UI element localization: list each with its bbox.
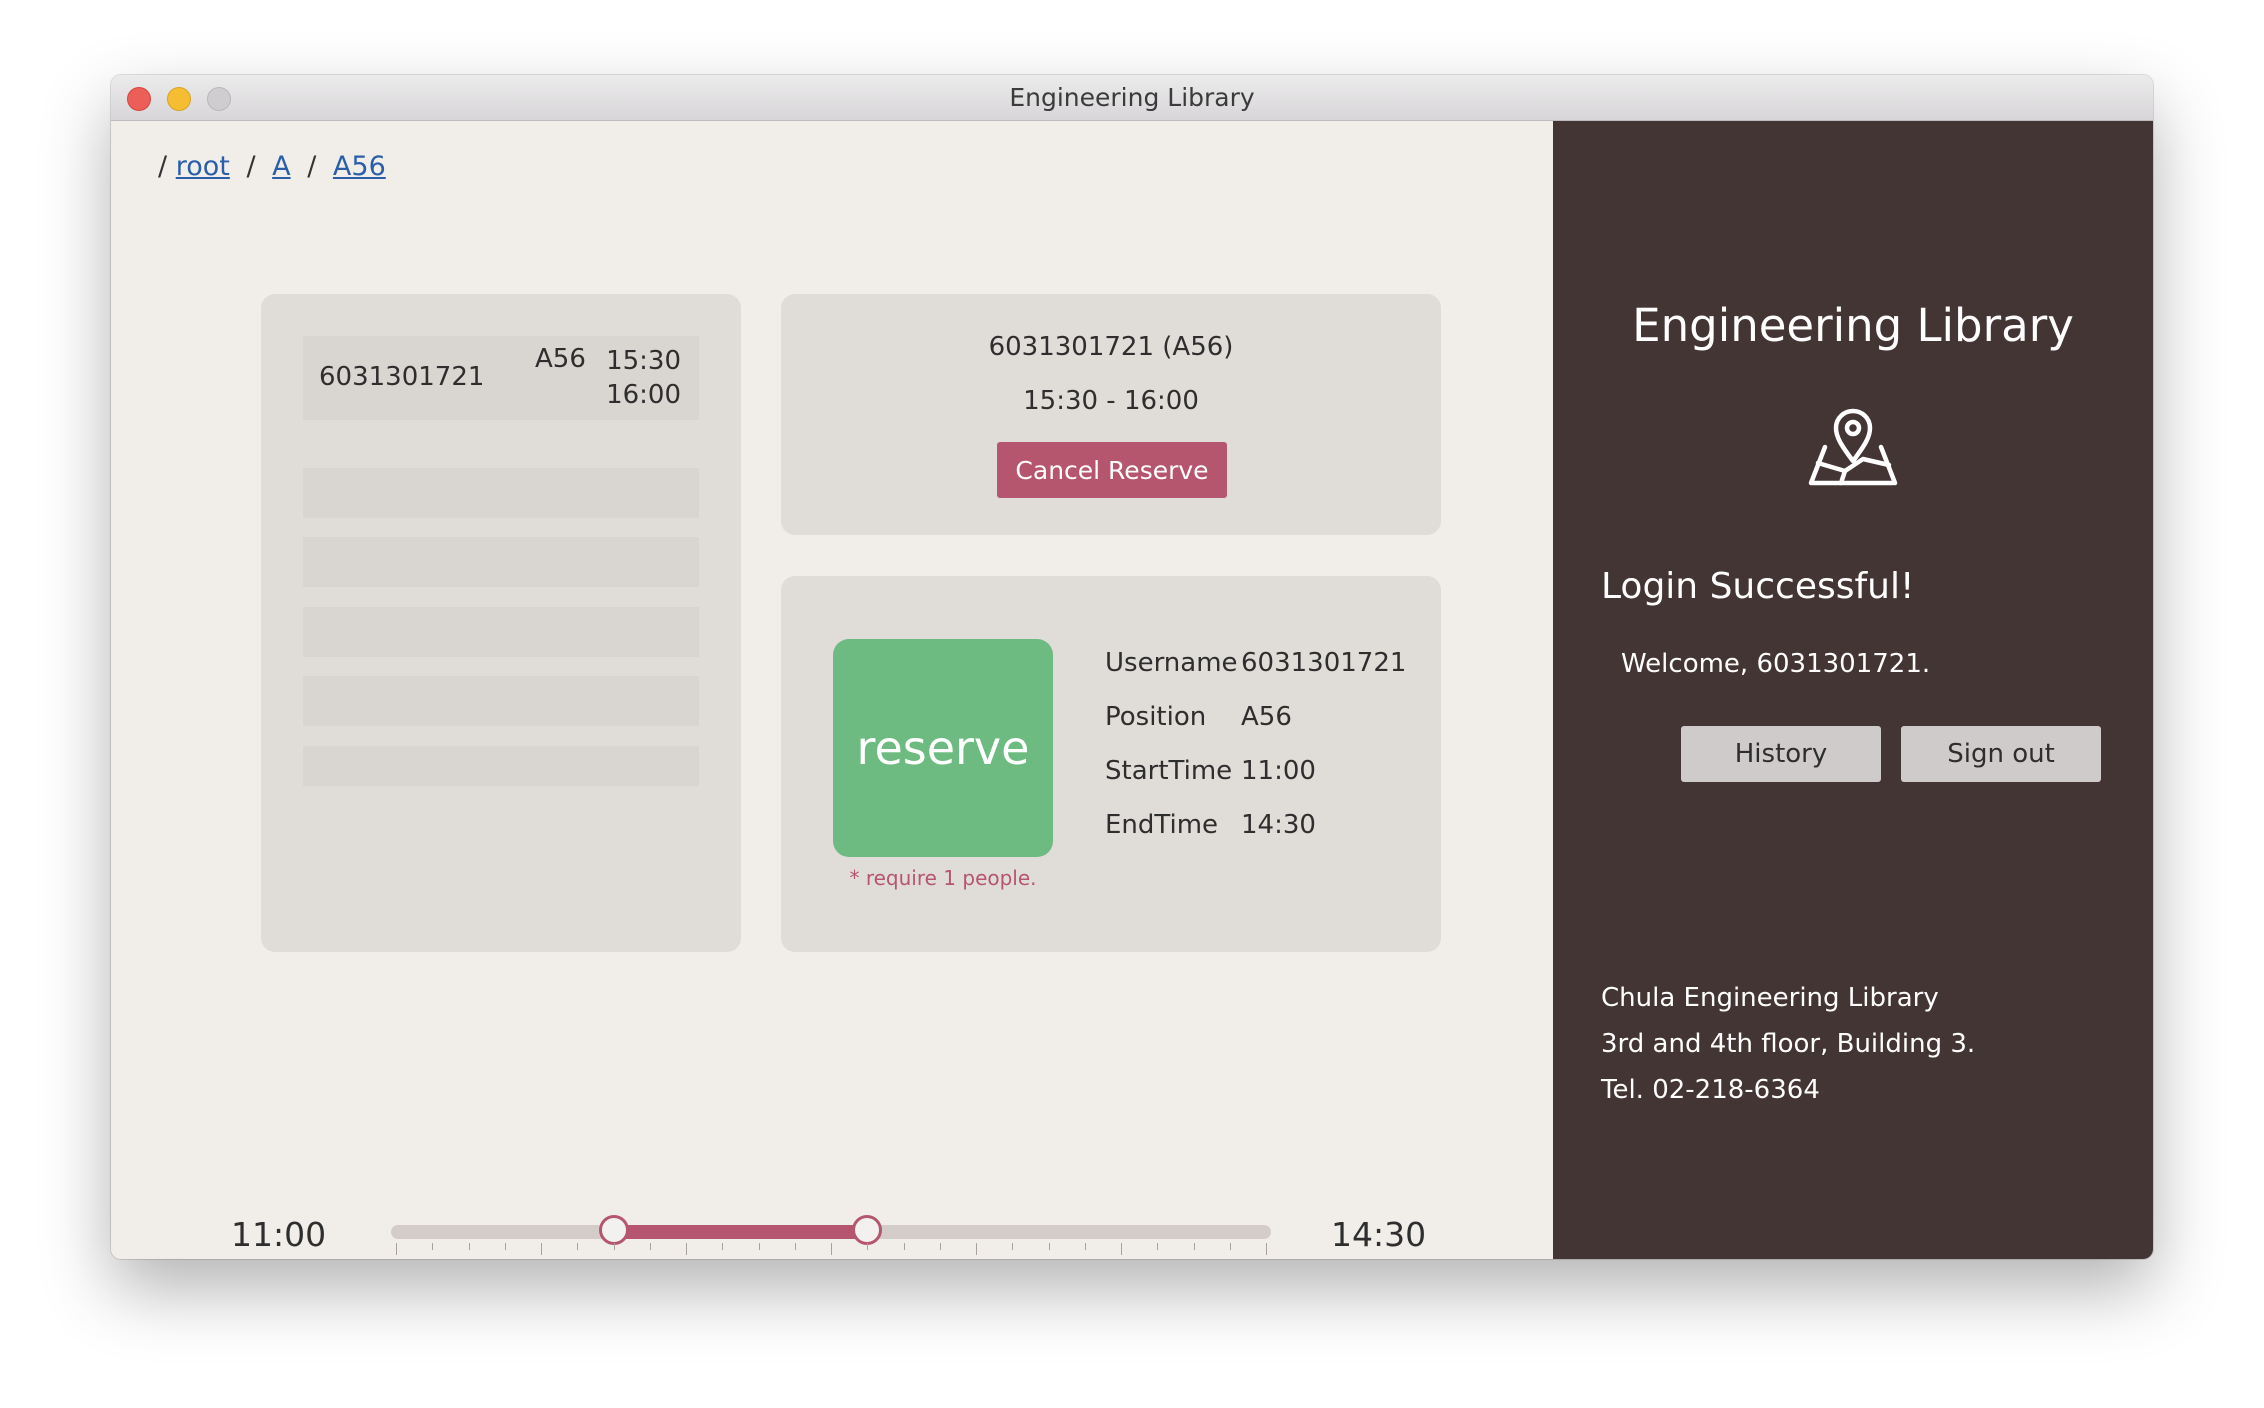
history-button[interactable]: History (1681, 726, 1881, 782)
login-status-title: Login Successful! (1601, 566, 1915, 607)
info-row-position: Position A56 (1105, 702, 1406, 756)
reserve-info-table: Username 6031301721 Position A56 StartTi… (1105, 648, 1406, 864)
slider-major-tick (831, 1243, 832, 1255)
slider-minor-tick (1193, 1243, 1195, 1250)
slider-major-tick (976, 1243, 977, 1255)
title-bar: Engineering Library (111, 75, 2153, 121)
breadcrumb-link-root[interactable]: root (176, 151, 230, 182)
cancel-reserve-button[interactable]: Cancel Reserve (997, 442, 1227, 498)
slider-minor-tick (722, 1243, 724, 1250)
reservation-list-panel: 6031301721 A56 15:30 16:00 (261, 294, 741, 952)
slider-minor-tick (1048, 1243, 1050, 1250)
info-row-username: Username 6031301721 (1105, 648, 1406, 702)
slider-minor-tick (867, 1243, 869, 1250)
slider-minor-tick (903, 1243, 905, 1250)
info-value: 11:00 (1241, 756, 1316, 786)
breadcrumb: / root / A / A56 (158, 151, 386, 182)
reservation-end-time: 16:00 (606, 380, 681, 410)
info-row-endtime: EndTime 14:30 (1105, 810, 1406, 864)
slider-minor-tick (613, 1243, 615, 1250)
reserve-button[interactable]: reserve (833, 639, 1053, 857)
slider-minor-tick (504, 1243, 506, 1250)
sign-out-button[interactable]: Sign out (1901, 726, 2101, 782)
reservation-position: A56 (535, 344, 586, 374)
breadcrumb-separator: / (158, 151, 168, 182)
current-reservation-title: 6031301721 (A56) (988, 332, 1234, 362)
slider-end-handle[interactable] (852, 1215, 883, 1245)
reservation-list-item[interactable]: 6031301721 A56 15:30 16:00 (303, 336, 699, 420)
window-title: Engineering Library (1009, 83, 1255, 112)
reservation-start-time: 15:30 (606, 346, 681, 376)
slider-major-tick (1121, 1243, 1122, 1255)
slider-start-time: 11:00 (231, 1215, 327, 1254)
empty-list-slot (303, 746, 699, 786)
current-reservation-time: 15:30 - 16:00 (1023, 386, 1199, 416)
info-row-starttime: StartTime 11:00 (1105, 756, 1406, 810)
slider-major-tick (1266, 1243, 1267, 1255)
slider-minor-tick (1084, 1243, 1086, 1250)
reservation-username: 6031301721 (319, 362, 485, 392)
info-value: A56 (1241, 702, 1292, 732)
slider-minor-tick (1157, 1243, 1159, 1250)
slider-minor-tick (432, 1243, 434, 1250)
sidebar-title: Engineering Library (1632, 299, 2074, 352)
slider-minor-tick (1012, 1243, 1014, 1250)
empty-list-slot (303, 607, 699, 657)
app-window: Engineering Library / root / A / A56 603… (111, 75, 2153, 1259)
slider-major-tick (686, 1243, 687, 1255)
info-label: Username (1105, 648, 1238, 678)
slider-minor-tick (468, 1243, 470, 1250)
slider-end-time: 14:30 (1331, 1215, 1427, 1254)
breadcrumb-separator: / (246, 151, 256, 182)
time-range-slider[interactable]: 08:0010:0012:0014:0016:0018:0020:00 (391, 1203, 1271, 1259)
breadcrumb-link-a[interactable]: A (272, 151, 290, 182)
slider-start-handle[interactable] (598, 1215, 629, 1245)
require-note: * require 1 people. (849, 866, 1037, 890)
reservation-time: 15:30 16:00 (606, 344, 681, 412)
reserve-panel: reserve * require 1 people. Username 603… (781, 576, 1441, 952)
slider-minor-tick (794, 1243, 796, 1250)
empty-list-slot (303, 537, 699, 587)
empty-list-slot (303, 468, 699, 518)
footer-library-name: Chula Engineering Library (1601, 983, 1939, 1013)
info-label: Position (1105, 702, 1207, 732)
info-label: StartTime (1105, 756, 1233, 786)
info-label: EndTime (1105, 810, 1219, 840)
breadcrumb-link-a56[interactable]: A56 (333, 151, 386, 182)
slider-major-tick (396, 1243, 397, 1255)
map-pin-icon (1808, 408, 1898, 486)
slider-minor-tick (758, 1243, 760, 1250)
slider-selected-range (613, 1225, 868, 1239)
sidebar: Engineering Library Login Successful! We… (1553, 121, 2153, 1259)
empty-list-slot (303, 676, 699, 726)
slider-minor-tick (577, 1243, 579, 1250)
slider-minor-tick (1229, 1243, 1231, 1250)
slider-minor-tick (939, 1243, 941, 1250)
main-area: / root / A / A56 6031301721 A56 15:30 16… (111, 121, 1553, 1259)
slider-minor-tick (649, 1243, 651, 1250)
welcome-message: Welcome, 6031301721. (1621, 649, 1931, 679)
current-reservation-panel: 6031301721 (A56) 15:30 - 16:00 Cancel Re… (781, 294, 1441, 535)
breadcrumb-separator: / (307, 151, 317, 182)
info-value: 6031301721 (1241, 648, 1407, 678)
slider-major-tick (541, 1243, 542, 1255)
footer-phone: Tel. 02-218-6364 (1601, 1075, 1820, 1105)
info-value: 14:30 (1241, 810, 1316, 840)
footer-address: 3rd and 4th floor, Building 3. (1601, 1029, 1976, 1059)
